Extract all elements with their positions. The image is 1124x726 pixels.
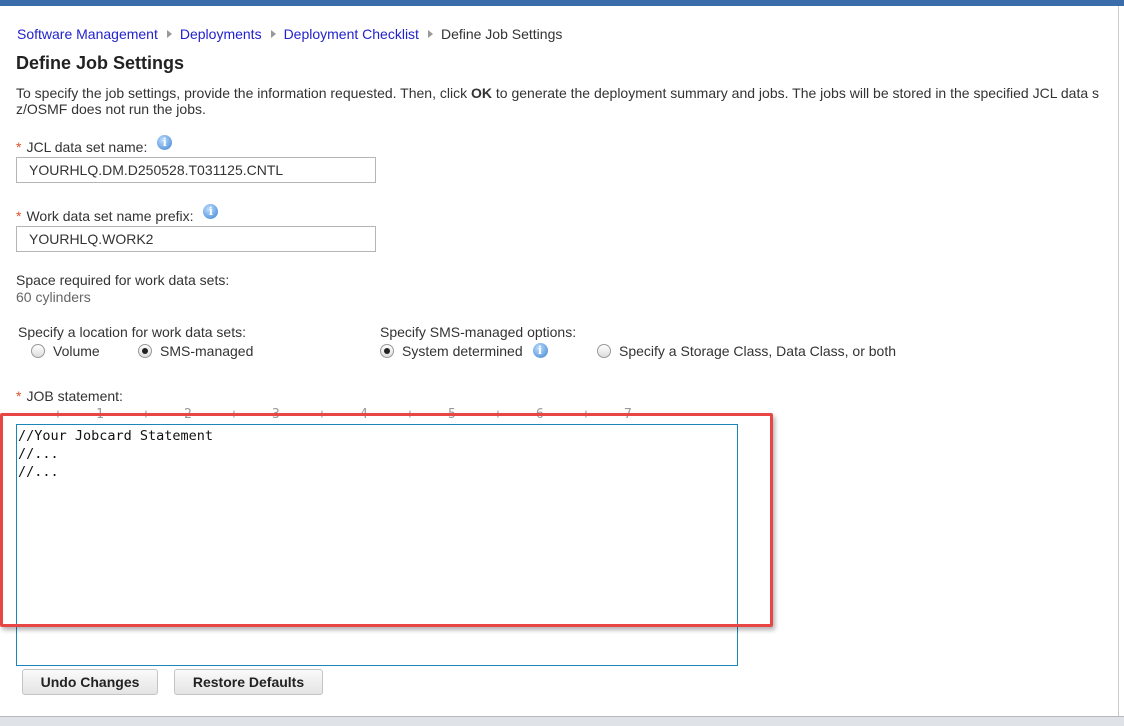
- breadcrumb-deployment-checklist[interactable]: Deployment Checklist: [284, 26, 419, 42]
- breadcrumb-deployments[interactable]: Deployments: [180, 26, 262, 42]
- work-prefix-label-row: * Work data set name prefix: i: [16, 204, 219, 224]
- intro-part: to generate the deployment summary and j…: [492, 85, 1100, 101]
- restore-defaults-button[interactable]: Restore Defaults: [174, 669, 323, 695]
- radio-button[interactable]: [31, 344, 45, 358]
- ruler-mark: +: [494, 407, 502, 422]
- info-icon[interactable]: i: [157, 135, 173, 150]
- column-ruler: + 1 + 2 + 3 + 4 + 5 + 6 + 7: [16, 407, 736, 423]
- ruler-mark: 3: [272, 407, 280, 422]
- breadcrumb-separator-icon: [270, 30, 276, 38]
- ruler-mark: +: [230, 407, 238, 422]
- breadcrumb-separator-icon: [166, 30, 172, 38]
- radio-system-determined[interactable]: System determined i: [380, 343, 548, 359]
- radio-volume[interactable]: Volume: [31, 343, 100, 359]
- ruler-mark: 7: [624, 407, 632, 422]
- breadcrumb-current: Define Job Settings: [440, 26, 563, 42]
- job-label: JOB statement:: [26, 388, 123, 404]
- page-edge: [1118, 6, 1119, 716]
- radio-button[interactable]: [138, 344, 152, 358]
- radio-label: Volume: [53, 343, 100, 359]
- ruler-mark: +: [142, 407, 150, 422]
- radio-label: SMS-managed: [160, 343, 254, 359]
- intro-text: To specify the job settings, provide the…: [16, 85, 1099, 117]
- undo-changes-button[interactable]: Undo Changes: [22, 669, 158, 695]
- radio-button[interactable]: [380, 344, 394, 358]
- top-banner: [0, 0, 1124, 6]
- work-prefix-input[interactable]: [16, 226, 376, 252]
- required-marker: *: [16, 388, 22, 404]
- intro-part: To specify the job settings, provide the…: [16, 85, 471, 101]
- intro-line2: z/OSMF does not run the jobs.: [16, 101, 206, 117]
- ruler-mark: +: [582, 407, 590, 422]
- breadcrumb: Software Management Deployments Deployment…: [17, 26, 562, 42]
- radio-button[interactable]: [597, 344, 611, 358]
- ruler-mark: +: [54, 407, 62, 422]
- ruler-mark: 4: [360, 407, 368, 422]
- radio-label: Specify a Storage Class, Data Class, or …: [619, 343, 897, 359]
- ruler-mark: 1: [96, 407, 104, 422]
- radio-sms-managed[interactable]: SMS-managed: [138, 343, 253, 359]
- space-value: 60 cylinders: [16, 289, 91, 305]
- job-label-row: * JOB statement:: [16, 388, 123, 404]
- work-prefix-label: Work data set name prefix:: [26, 208, 194, 224]
- breadcrumb-software-management[interactable]: Software Management: [17, 26, 158, 42]
- radio-label: System determined: [402, 343, 523, 359]
- ruler-mark: 2: [184, 407, 192, 422]
- jcl-label: JCL data set name:: [26, 139, 148, 155]
- required-marker: *: [16, 208, 22, 224]
- radio-specify-classes[interactable]: Specify a Storage Class, Data Class, or …: [597, 343, 896, 359]
- ruler-mark: 5: [448, 407, 456, 422]
- required-marker: *: [16, 139, 22, 155]
- sms-label: Specify SMS-managed options:: [380, 324, 577, 340]
- ruler-mark: 6: [536, 407, 544, 422]
- jcl-label-row: * JCL data set name: i: [16, 135, 173, 155]
- info-icon[interactable]: i: [203, 204, 219, 219]
- ruler-mark: +: [318, 407, 326, 422]
- ruler-mark: +: [406, 407, 414, 422]
- info-icon[interactable]: i: [532, 343, 548, 358]
- breadcrumb-separator-icon: [427, 30, 433, 38]
- jcl-data-set-name-input[interactable]: [16, 157, 376, 183]
- intro-ok: OK: [471, 85, 492, 101]
- location-label: Specify a location for work data sets:: [18, 324, 246, 340]
- page-title: Define Job Settings: [16, 53, 185, 73]
- job-statement-textarea[interactable]: //Your Jobcard Statement //... //...: [16, 424, 738, 666]
- space-label: Space required for work data sets:: [16, 272, 230, 288]
